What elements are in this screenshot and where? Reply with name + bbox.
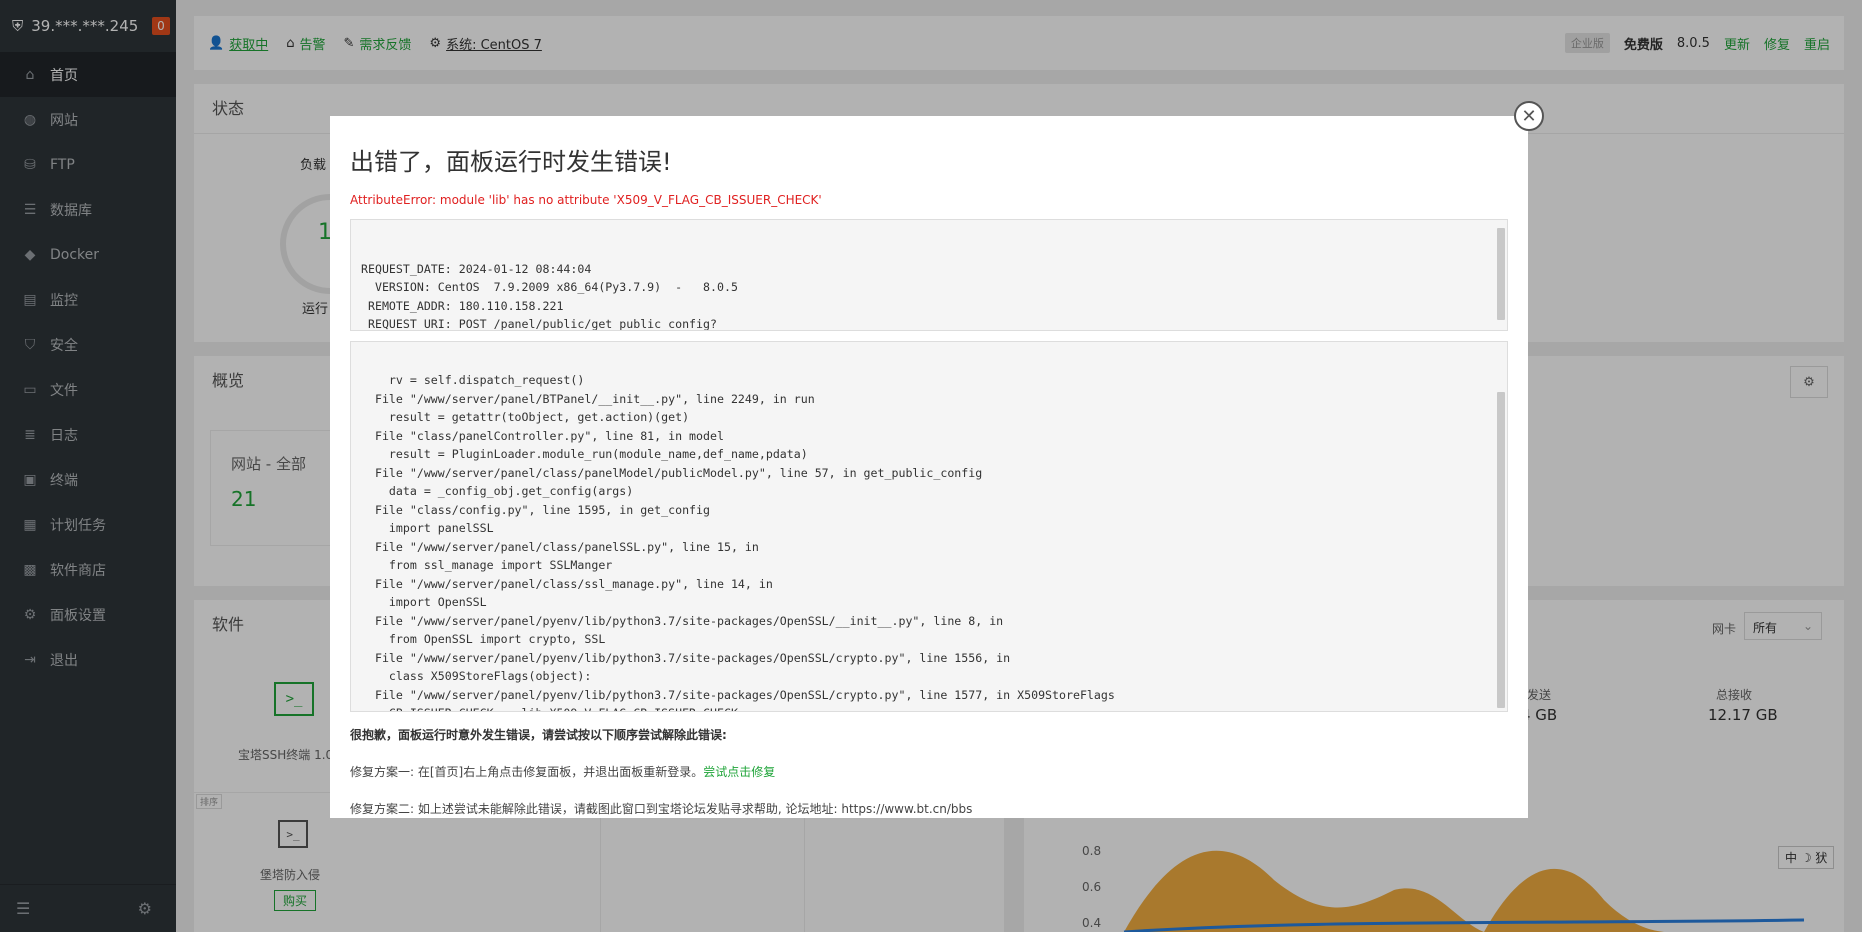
code-line: rv = self.dispatch_request() — [361, 373, 585, 387]
code-line: import panelSSL — [361, 521, 494, 535]
code-line: from OpenSSL import crypto, SSL — [361, 632, 606, 646]
code-line: data = _config_obj.get_config(args) — [361, 484, 634, 498]
code-line: from ssl_manage import SSLManger — [361, 558, 613, 572]
error-note: 很抱歉，面板运行时意外发生错误，请尝试按以下顺序尝试解除此错误: — [350, 728, 727, 742]
request-scrollbar[interactable] — [1497, 228, 1505, 320]
code-line: CB_ISSUER_CHECK = _lib.X509_V_FLAG_CB_IS… — [361, 704, 1507, 711]
code-line: import OpenSSL — [361, 595, 487, 609]
traceback-scrollbar[interactable] — [1497, 392, 1505, 708]
code-line: File "/www/server/panel/BTPanel/__init__… — [361, 391, 815, 406]
close-icon[interactable]: ✕ — [1514, 101, 1544, 131]
code-line: REMOTE_ADDR: 180.110.158.221 — [361, 298, 564, 313]
code-line: class X509StoreFlags(object): — [361, 669, 592, 683]
request-info-box[interactable]: REQUEST_DATE: 2024-01-12 08:44:04 VERSIO… — [350, 219, 1508, 331]
try-repair-link[interactable]: 尝试点击修复 — [703, 765, 775, 779]
code-line: File "/www/server/panel/class/panelSSL.p… — [361, 539, 759, 554]
code-line: VERSION: CentOS 7.9.2009 x86_64(Py3.7.9)… — [361, 280, 738, 295]
error-dialog: 出错了，面板运行时发生错误! AttributeError: module 'l… — [330, 116, 1528, 818]
code-line: File "/www/server/panel/class/panelModel… — [361, 465, 983, 480]
code-line: File "/www/server/panel/class/ssl_manage… — [361, 576, 773, 591]
code-line: File "/www/server/panel/pyenv/lib/python… — [361, 650, 1011, 665]
code-line: REQUEST_URI: POST /panel/public/get_publ… — [361, 317, 717, 331]
code-line: File "class/config.py", line 1595, in ge… — [361, 502, 711, 517]
fix-option-one: 修复方案一: 在[首页]右上角点击修复面板，并退出面板重新登录。尝试点击修复 — [350, 765, 776, 779]
code-line: File "class/panelController.py", line 81… — [361, 428, 724, 443]
code-line: result = PluginLoader.module_run(module_… — [361, 447, 808, 461]
fix-option-two: 修复方案二: 如上述尝试未能解除此错误，请截图此窗口到宝塔论坛发贴寻求帮助, 论… — [350, 802, 973, 816]
dialog-title: 出错了，面板运行时发生错误! — [350, 148, 672, 176]
code-line: File "/www/server/panel/pyenv/lib/python… — [361, 687, 1115, 702]
traceback-box[interactable]: rv = self.dispatch_request() File "/www/… — [350, 341, 1508, 712]
code-line: REQUEST_DATE: 2024-01-12 08:44:04 — [361, 261, 592, 276]
code-line: File "/www/server/panel/pyenv/lib/python… — [361, 613, 1004, 628]
code-line: result = getattr(toObject, get.action)(g… — [361, 410, 690, 424]
error-message: AttributeError: module 'lib' has no attr… — [350, 193, 822, 207]
